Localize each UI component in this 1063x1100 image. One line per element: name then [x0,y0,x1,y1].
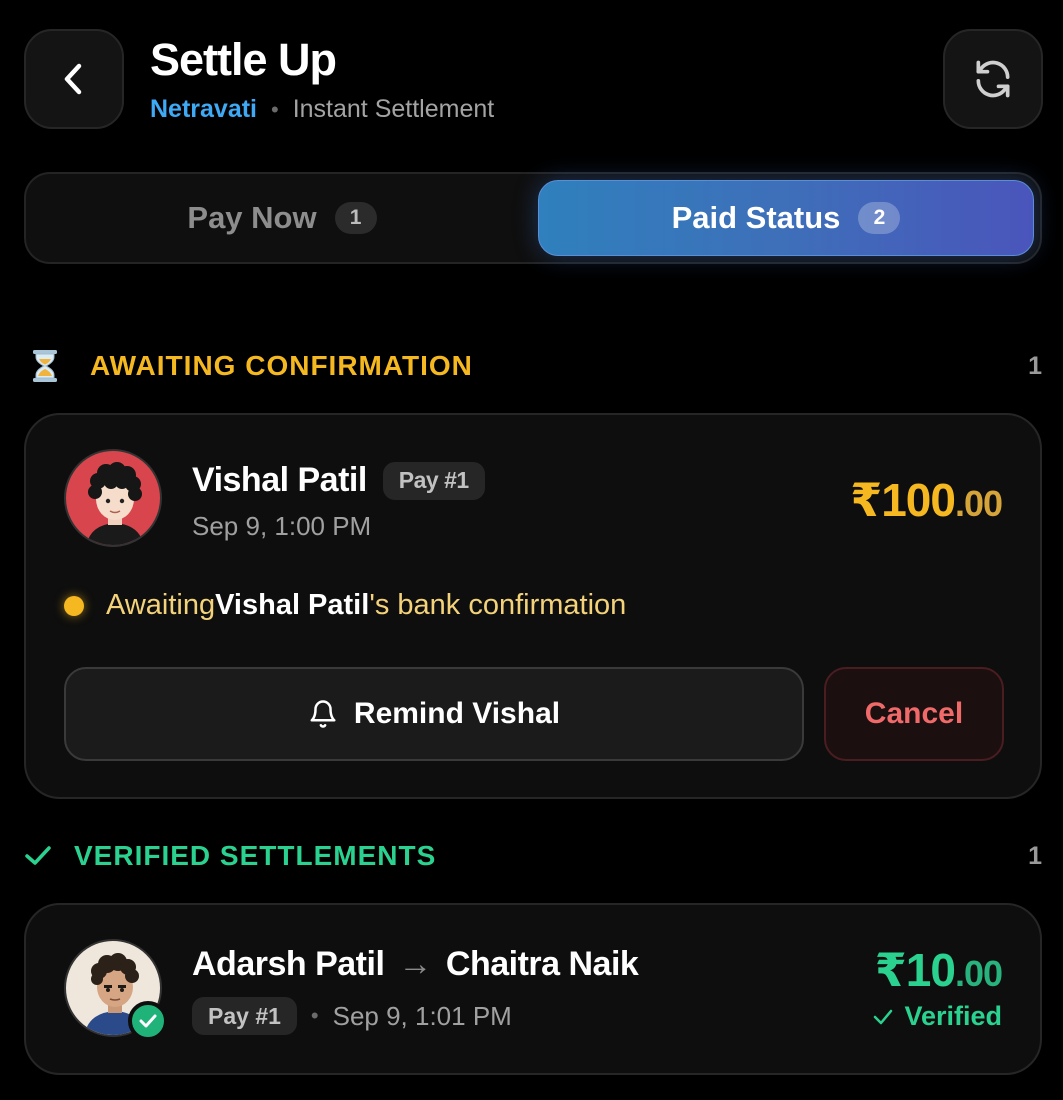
amount-main: ₹100 [850,474,956,526]
verified-meta-row: Pay #1 • Sep 9, 1:01 PM [192,997,512,1035]
tab-pay-now-count: 1 [334,202,377,234]
verified-section-header: VERIFIED SETTLEMENTS 1 [24,836,1042,876]
amount-cents: .00 [954,953,1003,994]
settlement-route: Adarsh Patil → Chaitra Naik [192,945,639,984]
tab-paid-status-label: Paid Status [671,200,841,235]
refresh-button[interactable] [943,29,1043,129]
amount-main: ₹10 [874,944,956,996]
payment-timestamp: Sep 9, 1:00 PM [192,511,372,541]
status-name: Vishal Patil [215,589,370,621]
check-icon [874,1009,893,1024]
subtitle-separator: • [271,96,279,122]
arrow-right-icon: → [398,945,432,983]
confirmation-status: Awaiting Vishal Patil 's bank confirmati… [64,589,626,622]
payment-timestamp: Sep 9, 1:01 PM [332,1000,512,1031]
amount-cents: .00 [954,483,1003,524]
check-icon [25,846,51,865]
payee-name: Chaitra Naik [445,945,639,983]
awaiting-section-header: AWAITING CONFIRMATION 1 [24,346,1042,386]
remind-button[interactable]: Remind Vishal [64,667,804,761]
chevron-left-icon [64,63,82,95]
settle-up-screen: Settle Up Netravati • Instant Settlement… [0,0,1063,1100]
verified-status-label: Verified [904,1001,1002,1031]
pay-number-badge: Pay #1 [382,461,485,500]
check-circle-icon [139,1014,157,1028]
payment-amount: ₹100.00 [850,473,1003,527]
payee-name-row: Vishal Patil Pay #1 [192,461,485,500]
verified-settlement-card: Adarsh Patil → Chaitra Naik Pay #1 • Sep 9… [24,903,1042,1075]
remind-button-label: Remind Vishal [353,697,561,730]
settlement-type: Instant Settlement [292,95,495,123]
status-dot [64,595,84,616]
payer-name: Adarsh Patil [192,945,385,983]
hourglass-icon [33,350,57,382]
avatar [64,449,162,547]
tab-paid-status[interactable]: Paid Status 2 [538,180,1034,256]
page-title: Settle Up [150,34,337,85]
tab-pay-now-label: Pay Now [187,200,317,235]
pay-number-badge: Pay #1 [192,997,297,1035]
page-subtitle: Netravati • Instant Settlement [150,95,494,124]
cancel-button[interactable]: Cancel [824,667,1004,761]
tab-paid-status-count: 2 [858,202,901,234]
awaiting-settlement-card: Vishal Patil Pay #1 Sep 9, 1:00 PM ₹100.… [24,413,1042,799]
payment-amount: ₹10.00 [874,943,1003,997]
refresh-icon [976,60,1010,98]
settle-tabs: Pay Now 1 Paid Status 2 [24,172,1042,264]
back-button[interactable] [24,29,124,129]
tab-pay-now[interactable]: Pay Now 1 [32,180,532,256]
status-suffix: 's bank confirmation [369,589,627,621]
status-prefix: Awaiting [106,589,216,621]
verified-section-title: VERIFIED SETTLEMENTS [74,840,437,871]
payee-name: Vishal Patil [192,461,367,499]
group-name-link[interactable]: Netravati [150,95,257,124]
verified-status: Verified [872,1001,1002,1032]
awaiting-section-title: AWAITING CONFIRMATION [90,350,473,381]
verified-section-count: 1 [1028,841,1042,870]
awaiting-section-count: 1 [1028,351,1042,380]
meta-separator: • [310,1003,319,1028]
verified-check-badge [128,1001,168,1041]
bell-icon [310,700,336,728]
